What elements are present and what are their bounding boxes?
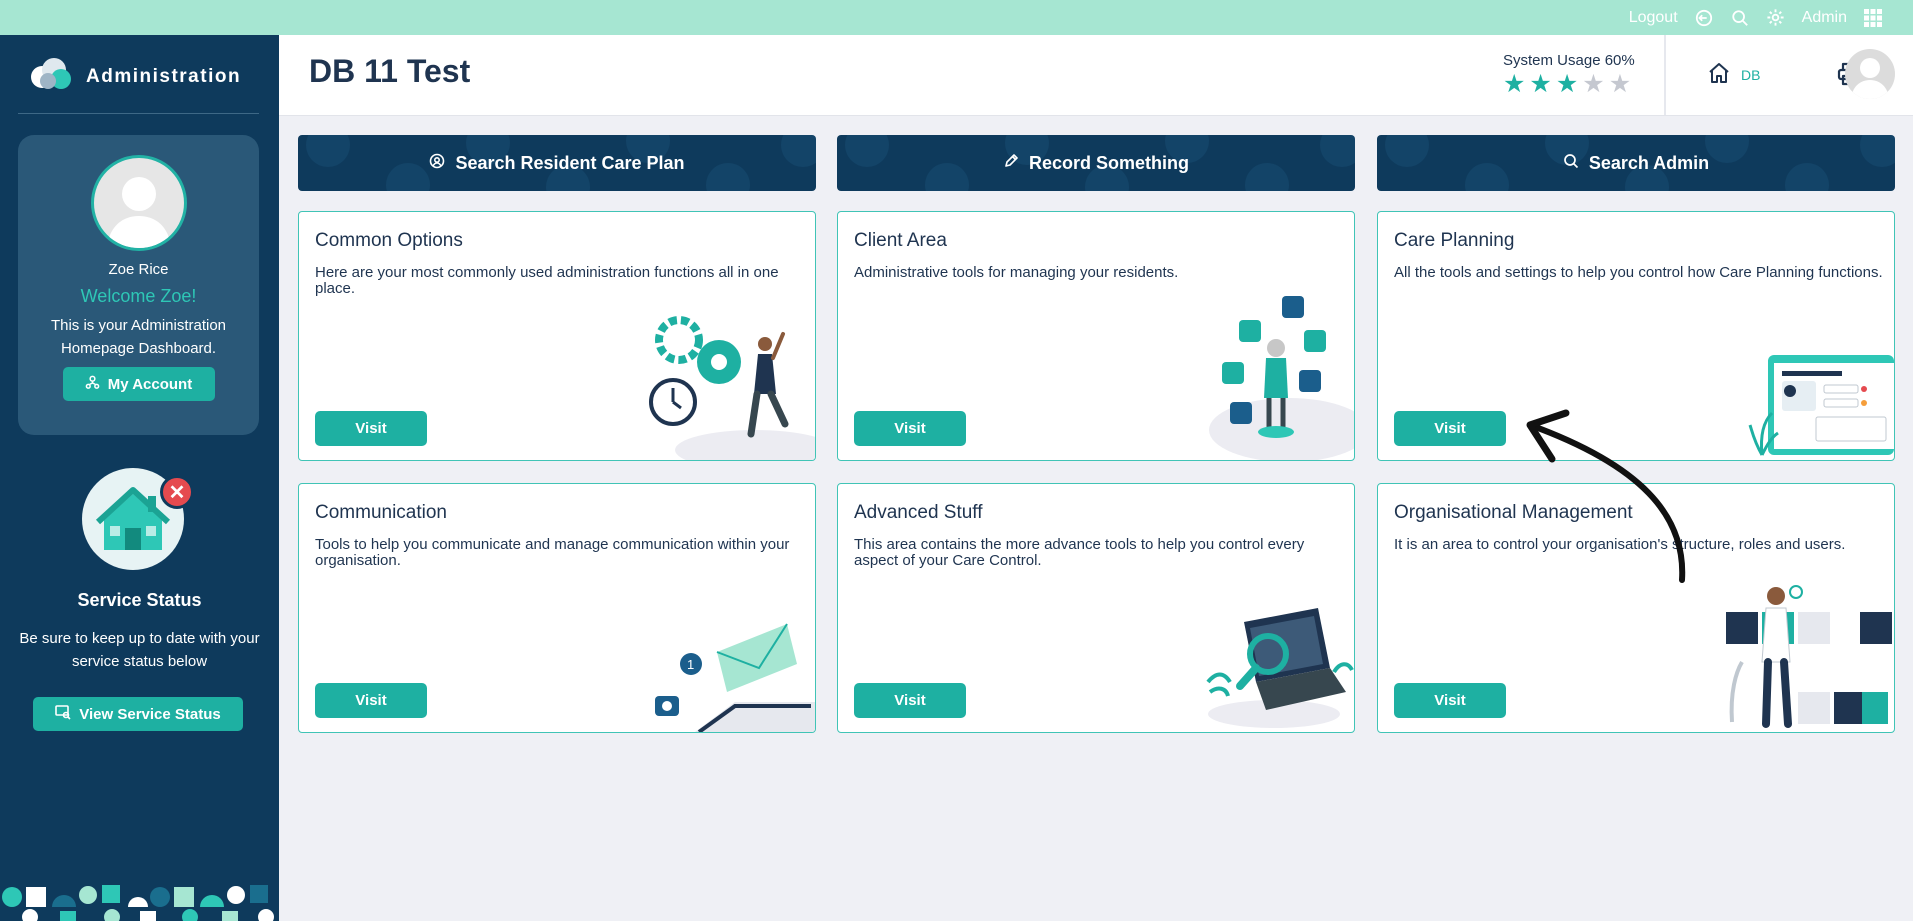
page-header: DB 11 Test System Usage 60% ★ ★ ★ ★ ★ DB <box>279 35 1913 116</box>
record-something-button[interactable]: Record Something <box>837 135 1355 191</box>
usage-star-rating: ★ ★ ★ ★ ★ <box>1503 72 1635 97</box>
logout-icon[interactable] <box>1694 8 1714 28</box>
card-title: Common Options <box>315 230 463 251</box>
banner-label: Record Something <box>1028 152 1189 173</box>
card-description: Here are your most commonly used adminis… <box>315 264 779 297</box>
care-plan-screen-illustration <box>1748 355 1894 456</box>
card-description: All the tools and settings to help you c… <box>1394 264 1883 281</box>
header-divider <box>1664 35 1666 115</box>
profile-name: Zoe Rice <box>108 261 169 278</box>
card-description: This area contains the more advance tool… <box>854 536 1305 569</box>
card-advanced-stuff: Advanced Stuff This area contains the mo… <box>837 483 1355 733</box>
star-filled-icon: ★ <box>1555 70 1579 98</box>
home-label: DB <box>1741 66 1761 83</box>
apps-grid-icon[interactable] <box>1863 8 1883 28</box>
account-icon <box>85 375 100 394</box>
pencil-icon <box>1003 153 1019 174</box>
system-usage: System Usage 60% ★ ★ ★ ★ ★ <box>1503 52 1635 97</box>
error-close-icon: ✕ <box>160 475 194 509</box>
service-status-description: Be sure to keep up to date with your ser… <box>19 630 260 670</box>
visit-button[interactable]: Visit <box>854 683 966 718</box>
page-title: DB 11 Test <box>309 53 471 89</box>
view-service-status-button[interactable]: View Service Status <box>33 697 243 731</box>
search-icon <box>1563 153 1579 174</box>
profile-avatar <box>90 155 187 251</box>
client-tiles-illustration <box>1209 296 1354 460</box>
visit-button[interactable]: Visit <box>854 411 966 446</box>
service-status-title: Service Status <box>77 590 202 610</box>
star-filled-icon: ★ <box>1503 70 1526 98</box>
visit-button[interactable]: Visit <box>315 411 427 446</box>
card-title: Advanced Stuff <box>854 502 983 523</box>
brand[interactable]: Administration <box>28 57 241 96</box>
my-account-button[interactable]: My Account <box>62 367 215 401</box>
logout-link[interactable]: Logout <box>1629 9 1678 27</box>
cloud-logo-icon <box>28 57 74 96</box>
card-description: Administrative tools for managing your r… <box>854 264 1179 281</box>
annotation-arrow <box>1526 409 1686 583</box>
laptop-magnifier-illustration <box>1206 608 1354 728</box>
system-usage-label: System Usage 60% <box>1503 52 1635 69</box>
visit-button[interactable]: Visit <box>1394 411 1506 446</box>
welcome-message: Welcome Zoe! <box>80 286 197 306</box>
gears-illustration <box>649 316 815 460</box>
banner-label: Search Resident Care Plan <box>455 152 685 173</box>
puzzle-team-illustration <box>1726 585 1892 728</box>
user-avatar[interactable] <box>1845 49 1895 99</box>
card-communication: Communication Tools to help you communic… <box>298 483 816 733</box>
user-menu-label[interactable]: Admin <box>1802 9 1847 27</box>
view-service-status-label: View Service Status <box>79 705 221 723</box>
search-admin-button[interactable]: Search Admin <box>1377 135 1895 191</box>
user-circle-icon <box>429 153 445 174</box>
top-strip: Logout Admin <box>0 0 1913 35</box>
profile-card: Zoe Rice Welcome Zoe! This is your Admin… <box>18 135 259 435</box>
card-client-area: Client Area Administrative tools for man… <box>837 211 1355 461</box>
star-empty-icon: ★ <box>1582 70 1605 98</box>
search-resident-care-plan-button[interactable]: Search Resident Care Plan <box>298 135 816 191</box>
gear-icon[interactable] <box>1766 8 1786 28</box>
badge-count: 1 <box>687 657 694 672</box>
divider <box>18 113 259 114</box>
sidebar: Administration Zoe Rice Welcome Zoe! Thi… <box>0 35 279 921</box>
card-description: Tools to help you communicate and manage… <box>315 536 790 569</box>
decorative-pattern <box>0 883 279 921</box>
my-account-label: My Account <box>107 375 193 393</box>
star-filled-icon: ★ <box>1529 70 1552 98</box>
top-actions: Logout Admin <box>1629 0 1883 35</box>
card-title: Communication <box>315 502 447 523</box>
card-common-options: Common Options Here are your most common… <box>298 211 816 461</box>
home-icon <box>1707 61 1731 88</box>
profile-description: This is your Administration Homepage Das… <box>50 317 227 357</box>
visit-button[interactable]: Visit <box>315 683 427 718</box>
card-title: Care Planning <box>1394 230 1515 251</box>
banner-label: Search Admin <box>1588 152 1710 173</box>
star-empty-icon: ★ <box>1608 70 1632 98</box>
brand-title: Administration <box>86 65 242 87</box>
monitor-search-icon <box>55 704 71 724</box>
search-icon[interactable] <box>1730 8 1750 28</box>
card-title: Client Area <box>854 230 947 251</box>
visit-button[interactable]: Visit <box>1394 683 1506 718</box>
mail-illustration: 1 <box>655 623 815 732</box>
home-link[interactable]: DB <box>1707 61 1760 88</box>
